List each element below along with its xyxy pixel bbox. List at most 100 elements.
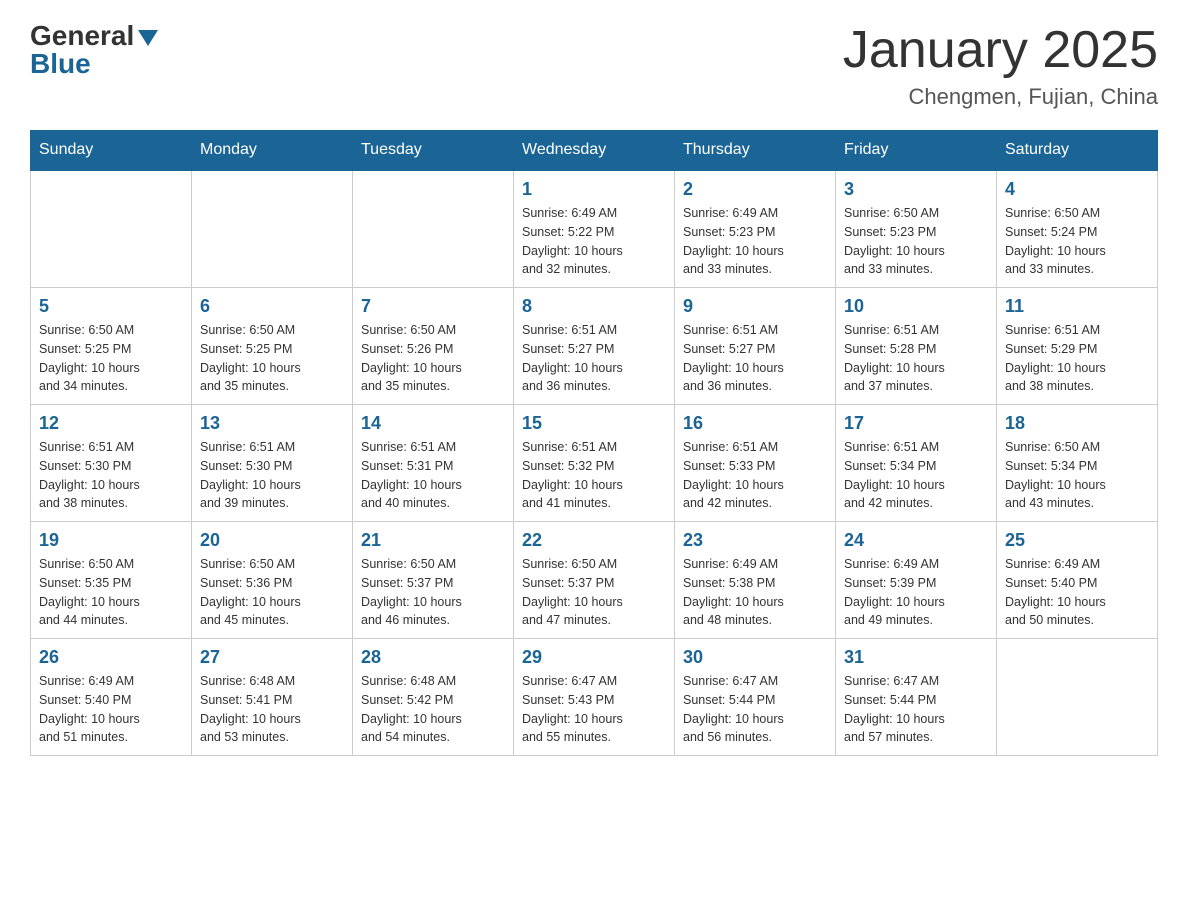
day-number: 13 bbox=[200, 413, 344, 434]
day-info: Sunrise: 6:51 AM Sunset: 5:30 PM Dayligh… bbox=[200, 438, 344, 513]
day-info: Sunrise: 6:50 AM Sunset: 5:35 PM Dayligh… bbox=[39, 555, 183, 630]
calendar-cell: 1 Sunrise: 6:49 AM Sunset: 5:22 PM Daylig… bbox=[514, 170, 675, 288]
calendar-cell: 12 Sunrise: 6:51 AM Sunset: 5:30 PM Dayli… bbox=[31, 405, 192, 522]
day-number: 25 bbox=[1005, 530, 1149, 551]
day-info: Sunrise: 6:49 AM Sunset: 5:23 PM Dayligh… bbox=[683, 204, 827, 279]
calendar-cell: 3 Sunrise: 6:50 AM Sunset: 5:23 PM Daylig… bbox=[836, 170, 997, 288]
calendar-table: SundayMondayTuesdayWednesdayThursdayFrid… bbox=[30, 130, 1158, 756]
day-number: 8 bbox=[522, 296, 666, 317]
calendar-subtitle: Chengmen, Fujian, China bbox=[843, 84, 1158, 110]
calendar-cell: 9 Sunrise: 6:51 AM Sunset: 5:27 PM Daylig… bbox=[675, 288, 836, 405]
day-info: Sunrise: 6:47 AM Sunset: 5:43 PM Dayligh… bbox=[522, 672, 666, 747]
day-number: 11 bbox=[1005, 296, 1149, 317]
day-number: 31 bbox=[844, 647, 988, 668]
logo: General Blue bbox=[30, 20, 158, 80]
calendar-week-row: 26 Sunrise: 6:49 AM Sunset: 5:40 PM Dayli… bbox=[31, 639, 1158, 756]
calendar-cell: 19 Sunrise: 6:50 AM Sunset: 5:35 PM Dayli… bbox=[31, 522, 192, 639]
day-number: 19 bbox=[39, 530, 183, 551]
calendar-cell bbox=[997, 639, 1158, 756]
calendar-cell: 8 Sunrise: 6:51 AM Sunset: 5:27 PM Daylig… bbox=[514, 288, 675, 405]
day-number: 28 bbox=[361, 647, 505, 668]
days-of-week-row: SundayMondayTuesdayWednesdayThursdayFrid… bbox=[31, 131, 1158, 171]
calendar-cell: 29 Sunrise: 6:47 AM Sunset: 5:43 PM Dayli… bbox=[514, 639, 675, 756]
day-info: Sunrise: 6:49 AM Sunset: 5:40 PM Dayligh… bbox=[1005, 555, 1149, 630]
day-info: Sunrise: 6:51 AM Sunset: 5:27 PM Dayligh… bbox=[683, 321, 827, 396]
day-info: Sunrise: 6:49 AM Sunset: 5:39 PM Dayligh… bbox=[844, 555, 988, 630]
day-number: 6 bbox=[200, 296, 344, 317]
day-info: Sunrise: 6:50 AM Sunset: 5:36 PM Dayligh… bbox=[200, 555, 344, 630]
calendar-week-row: 19 Sunrise: 6:50 AM Sunset: 5:35 PM Dayli… bbox=[31, 522, 1158, 639]
day-number: 20 bbox=[200, 530, 344, 551]
day-info: Sunrise: 6:50 AM Sunset: 5:34 PM Dayligh… bbox=[1005, 438, 1149, 513]
calendar-cell: 15Sunrise: 6:51 AM Sunset: 5:32 PM Dayli… bbox=[514, 405, 675, 522]
day-number: 4 bbox=[1005, 179, 1149, 200]
calendar-cell: 25 Sunrise: 6:49 AM Sunset: 5:40 PM Dayli… bbox=[997, 522, 1158, 639]
day-info: Sunrise: 6:51 AM Sunset: 5:27 PM Dayligh… bbox=[522, 321, 666, 396]
calendar-cell: 2Sunrise: 6:49 AM Sunset: 5:23 PM Daylig… bbox=[675, 170, 836, 288]
calendar-title: January 2025 bbox=[843, 20, 1158, 80]
day-info: Sunrise: 6:51 AM Sunset: 5:30 PM Dayligh… bbox=[39, 438, 183, 513]
page-header: General Blue January 2025 Chengmen, Fuji… bbox=[30, 20, 1158, 110]
day-number: 29 bbox=[522, 647, 666, 668]
day-number: 1 bbox=[522, 179, 666, 200]
day-info: Sunrise: 6:48 AM Sunset: 5:42 PM Dayligh… bbox=[361, 672, 505, 747]
calendar-week-row: 5 Sunrise: 6:50 AM Sunset: 5:25 PM Daylig… bbox=[31, 288, 1158, 405]
day-of-week-header: Wednesday bbox=[514, 131, 675, 171]
calendar-week-row: 1 Sunrise: 6:49 AM Sunset: 5:22 PM Daylig… bbox=[31, 170, 1158, 288]
calendar-cell bbox=[192, 170, 353, 288]
day-number: 5 bbox=[39, 296, 183, 317]
day-of-week-header: Sunday bbox=[31, 131, 192, 171]
day-number: 9 bbox=[683, 296, 827, 317]
day-of-week-header: Monday bbox=[192, 131, 353, 171]
calendar-cell: 7 Sunrise: 6:50 AM Sunset: 5:26 PM Daylig… bbox=[353, 288, 514, 405]
day-info: Sunrise: 6:51 AM Sunset: 5:34 PM Dayligh… bbox=[844, 438, 988, 513]
calendar-cell: 13 Sunrise: 6:51 AM Sunset: 5:30 PM Dayli… bbox=[192, 405, 353, 522]
day-number: 26 bbox=[39, 647, 183, 668]
day-info: Sunrise: 6:50 AM Sunset: 5:37 PM Dayligh… bbox=[522, 555, 666, 630]
calendar-cell: 10Sunrise: 6:51 AM Sunset: 5:28 PM Dayli… bbox=[836, 288, 997, 405]
day-of-week-header: Saturday bbox=[997, 131, 1158, 171]
day-info: Sunrise: 6:51 AM Sunset: 5:33 PM Dayligh… bbox=[683, 438, 827, 513]
day-info: Sunrise: 6:51 AM Sunset: 5:31 PM Dayligh… bbox=[361, 438, 505, 513]
day-number: 24 bbox=[844, 530, 988, 551]
day-info: Sunrise: 6:47 AM Sunset: 5:44 PM Dayligh… bbox=[683, 672, 827, 747]
calendar-cell: 14 Sunrise: 6:51 AM Sunset: 5:31 PM Dayli… bbox=[353, 405, 514, 522]
day-number: 3 bbox=[844, 179, 988, 200]
day-info: Sunrise: 6:50 AM Sunset: 5:26 PM Dayligh… bbox=[361, 321, 505, 396]
day-number: 23 bbox=[683, 530, 827, 551]
day-of-week-header: Thursday bbox=[675, 131, 836, 171]
day-info: Sunrise: 6:49 AM Sunset: 5:22 PM Dayligh… bbox=[522, 204, 666, 279]
logo-blue-text: Blue bbox=[30, 48, 91, 80]
day-of-week-header: Tuesday bbox=[353, 131, 514, 171]
day-number: 12 bbox=[39, 413, 183, 434]
calendar-cell: 28 Sunrise: 6:48 AM Sunset: 5:42 PM Dayli… bbox=[353, 639, 514, 756]
day-number: 27 bbox=[200, 647, 344, 668]
day-info: Sunrise: 6:50 AM Sunset: 5:23 PM Dayligh… bbox=[844, 204, 988, 279]
day-info: Sunrise: 6:50 AM Sunset: 5:25 PM Dayligh… bbox=[39, 321, 183, 396]
day-of-week-header: Friday bbox=[836, 131, 997, 171]
day-number: 21 bbox=[361, 530, 505, 551]
day-info: Sunrise: 6:51 AM Sunset: 5:28 PM Dayligh… bbox=[844, 321, 988, 396]
calendar-cell: 18Sunrise: 6:50 AM Sunset: 5:34 PM Dayli… bbox=[997, 405, 1158, 522]
calendar-cell: 31 Sunrise: 6:47 AM Sunset: 5:44 PM Dayli… bbox=[836, 639, 997, 756]
day-info: Sunrise: 6:50 AM Sunset: 5:37 PM Dayligh… bbox=[361, 555, 505, 630]
calendar-cell: 5 Sunrise: 6:50 AM Sunset: 5:25 PM Daylig… bbox=[31, 288, 192, 405]
day-info: Sunrise: 6:49 AM Sunset: 5:40 PM Dayligh… bbox=[39, 672, 183, 747]
day-number: 22 bbox=[522, 530, 666, 551]
day-info: Sunrise: 6:51 AM Sunset: 5:32 PM Dayligh… bbox=[522, 438, 666, 513]
calendar-week-row: 12 Sunrise: 6:51 AM Sunset: 5:30 PM Dayli… bbox=[31, 405, 1158, 522]
calendar-cell: 16Sunrise: 6:51 AM Sunset: 5:33 PM Dayli… bbox=[675, 405, 836, 522]
day-number: 14 bbox=[361, 413, 505, 434]
day-number: 17 bbox=[844, 413, 988, 434]
calendar-cell bbox=[31, 170, 192, 288]
calendar-cell: 30Sunrise: 6:47 AM Sunset: 5:44 PM Dayli… bbox=[675, 639, 836, 756]
day-info: Sunrise: 6:49 AM Sunset: 5:38 PM Dayligh… bbox=[683, 555, 827, 630]
calendar-cell: 27Sunrise: 6:48 AM Sunset: 5:41 PM Dayli… bbox=[192, 639, 353, 756]
day-info: Sunrise: 6:47 AM Sunset: 5:44 PM Dayligh… bbox=[844, 672, 988, 747]
title-block: January 2025 Chengmen, Fujian, China bbox=[843, 20, 1158, 110]
calendar-cell: 11 Sunrise: 6:51 AM Sunset: 5:29 PM Dayli… bbox=[997, 288, 1158, 405]
calendar-cell: 24 Sunrise: 6:49 AM Sunset: 5:39 PM Dayli… bbox=[836, 522, 997, 639]
day-number: 7 bbox=[361, 296, 505, 317]
calendar-cell: 17 Sunrise: 6:51 AM Sunset: 5:34 PM Dayli… bbox=[836, 405, 997, 522]
day-info: Sunrise: 6:51 AM Sunset: 5:29 PM Dayligh… bbox=[1005, 321, 1149, 396]
